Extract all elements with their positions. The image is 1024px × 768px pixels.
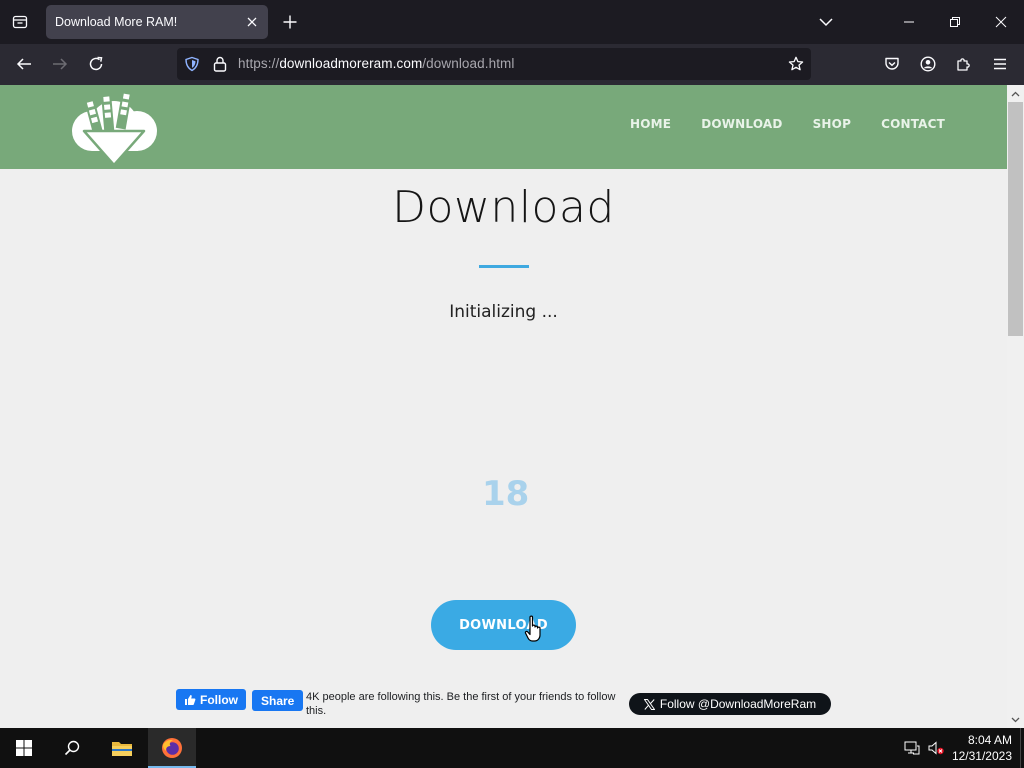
- windows-taskbar: 8:04 AM 12/31/2023: [0, 728, 1024, 768]
- scroll-down-button[interactable]: [1007, 711, 1024, 728]
- extensions-button[interactable]: [950, 50, 978, 78]
- facebook-follow-text: 4K people are following this. Be the fir…: [306, 691, 616, 717]
- chevron-down-icon: [819, 18, 833, 27]
- logo[interactable]: [70, 91, 160, 167]
- nav-link-contact[interactable]: CONTACT: [881, 117, 945, 131]
- close-icon: [995, 16, 1007, 28]
- progress-percent: 18: [482, 474, 530, 514]
- firefox-icon: [162, 738, 182, 758]
- facebook-follow-button[interactable]: Follow: [176, 689, 246, 710]
- firefox-view-button[interactable]: [6, 8, 34, 36]
- pocket-button[interactable]: [878, 50, 906, 78]
- url-text[interactable]: https://downloadmoreram.com/download.htm…: [238, 56, 515, 71]
- star-icon: [788, 56, 804, 71]
- tab-title: Download More RAM!: [55, 15, 178, 29]
- minimize-icon: [904, 21, 914, 23]
- network-button[interactable]: [900, 728, 924, 768]
- tracking-protection-button[interactable]: [178, 50, 206, 78]
- page-title: Download: [392, 182, 615, 233]
- thumbs-up-icon: [185, 694, 196, 705]
- tab-close-button[interactable]: [241, 11, 263, 33]
- clock-time: 8:04 AM: [967, 733, 1012, 747]
- hamburger-icon: [994, 58, 1006, 70]
- arrow-left-icon: [16, 58, 31, 70]
- windows-logo-icon: [16, 740, 32, 756]
- cloud-logo-icon: [72, 91, 157, 167]
- bookmark-button[interactable]: [782, 50, 810, 78]
- forward-button[interactable]: [45, 49, 75, 79]
- nav-link-shop[interactable]: SHOP: [813, 117, 851, 131]
- close-icon: [247, 17, 257, 27]
- reload-button[interactable]: [81, 49, 111, 79]
- back-button[interactable]: [9, 49, 39, 79]
- start-button[interactable]: [0, 728, 48, 768]
- url-bar[interactable]: https://downloadmoreram.com/download.htm…: [177, 48, 811, 80]
- lock-icon: [213, 56, 227, 72]
- account-button[interactable]: [914, 50, 942, 78]
- progress-arc: [380, 457, 432, 469]
- twitter-follow-button[interactable]: Follow @DownloadMoreRam: [629, 693, 831, 715]
- facebook-follow-label: Follow: [200, 692, 238, 707]
- tab-download-more-ram[interactable]: Download More RAM!: [46, 5, 268, 39]
- page-viewport: HOME DOWNLOAD SHOP CONTACT Download Init…: [0, 85, 1007, 728]
- nav-link-home[interactable]: HOME: [630, 117, 671, 131]
- tab-bar: Download More RAM!: [0, 0, 1024, 44]
- navigation-toolbar: https://downloadmoreram.com/download.htm…: [0, 44, 1024, 85]
- plus-icon: [283, 15, 297, 29]
- x-logo-icon: [643, 698, 655, 710]
- minimize-button[interactable]: [886, 0, 932, 44]
- chevron-up-icon: [1011, 91, 1020, 96]
- menu-button[interactable]: [986, 50, 1014, 78]
- pocket-icon: [885, 57, 899, 70]
- new-tab-button[interactable]: [276, 8, 304, 36]
- download-status-text: Initializing ...: [449, 302, 558, 322]
- file-explorer-button[interactable]: [98, 728, 146, 768]
- site-header: HOME DOWNLOAD SHOP CONTACT: [0, 85, 1007, 169]
- page-scrollbar[interactable]: [1007, 85, 1024, 728]
- firefox-view-icon: [12, 15, 28, 29]
- site-info-button[interactable]: [206, 50, 234, 78]
- network-icon: [904, 741, 920, 755]
- twitter-follow-label: Follow @DownloadMoreRam: [659, 697, 817, 711]
- volume-muted-icon: [928, 741, 944, 755]
- download-button[interactable]: DOWNLOAD: [431, 600, 576, 650]
- scroll-up-button[interactable]: [1007, 85, 1024, 102]
- url-host: downloadmoreram.com: [279, 56, 423, 71]
- search-button[interactable]: [48, 728, 96, 768]
- firefox-taskbar-button[interactable]: [148, 728, 196, 768]
- list-all-tabs-button[interactable]: [812, 8, 840, 36]
- puzzle-icon: [957, 58, 970, 71]
- url-scheme: https://: [238, 56, 280, 71]
- clock-date: 12/31/2023: [951, 749, 1012, 763]
- url-path: /download.html: [422, 56, 515, 71]
- volume-button[interactable]: [924, 728, 948, 768]
- nav-link-download[interactable]: DOWNLOAD: [701, 117, 782, 131]
- show-desktop-button[interactable]: [1020, 728, 1024, 768]
- shield-icon: [185, 56, 199, 72]
- taskbar-clock[interactable]: 8:04 AM 12/31/2023: [952, 732, 1012, 764]
- title-divider: [479, 265, 529, 268]
- system-tray: 8:04 AM 12/31/2023: [900, 728, 1024, 768]
- restore-button[interactable]: [932, 0, 978, 44]
- arrow-right-icon: [53, 58, 68, 70]
- reload-icon: [89, 56, 103, 71]
- hand-cursor-icon: [524, 615, 541, 642]
- folder-icon: [112, 742, 132, 756]
- search-icon: [64, 740, 80, 756]
- restore-icon: [950, 17, 960, 27]
- chevron-down-icon: [1011, 717, 1020, 722]
- close-window-button[interactable]: [978, 0, 1024, 44]
- account-icon: [920, 56, 936, 72]
- facebook-share-button[interactable]: Share: [252, 690, 304, 711]
- scroll-thumb[interactable]: [1008, 102, 1023, 336]
- progress-ring: [380, 457, 560, 567]
- site-nav: HOME DOWNLOAD SHOP CONTACT: [630, 117, 975, 131]
